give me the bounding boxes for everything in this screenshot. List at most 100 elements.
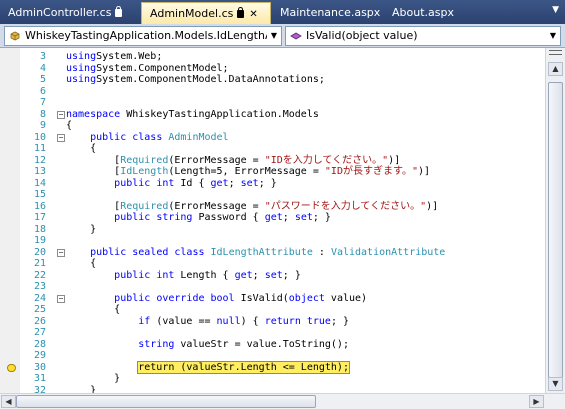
code-token: public int — [114, 269, 175, 281]
code-token: ; } — [330, 315, 350, 327]
code-text: public string Password { get; set; } — [66, 212, 331, 224]
code-line[interactable]: 12 [Required(ErrorMessage = "IDを入力してください… — [0, 155, 545, 167]
tab-admincontroller[interactable]: AdminController.cs — [0, 2, 140, 24]
code-text: { — [66, 120, 72, 132]
code-line[interactable]: 15 — [0, 189, 545, 201]
scroll-up-button[interactable]: ▲ — [548, 62, 563, 76]
code-line[interactable]: 20 − public sealed class IdLengthAttribut… — [0, 247, 545, 259]
code-line[interactable]: 18 } — [0, 224, 545, 236]
code-token: "パスワードを入力してください。" — [264, 200, 427, 212]
line-number: 30 — [33, 361, 46, 373]
collapse-icon[interactable]: − — [57, 294, 65, 303]
scroll-right-button[interactable]: ▶ — [529, 395, 544, 408]
code-area[interactable]: 3 usingSystem.Web; 4 usingSystem.ComponentM… — [0, 48, 545, 393]
collapse-icon[interactable]: − — [57, 248, 65, 257]
line-number: 5 — [39, 74, 46, 85]
code-line[interactable]: 19 — [0, 235, 545, 247]
code-token: valueStr = value.ToString(); — [174, 338, 349, 350]
code-line[interactable]: 30 return (valueStr.Length <= Length); — [0, 360, 545, 374]
collapse-icon[interactable]: − — [57, 133, 65, 142]
code-token: get — [210, 177, 229, 189]
code-text: usingSystem.ComponentModel; — [66, 63, 229, 75]
code-line[interactable]: 17 public string Password { get; set; } — [0, 212, 545, 224]
member-combo[interactable]: IsValid(object value) ▼ — [285, 26, 561, 46]
code-token: )] — [426, 200, 439, 212]
code-line[interactable]: 23 — [0, 281, 545, 293]
code-line[interactable]: 3 usingSystem.Web; — [0, 51, 545, 63]
current-statement-arrow-icon[interactable] — [7, 363, 16, 372]
code-token: get — [264, 212, 283, 223]
code-token: System.ComponentModel; — [96, 62, 229, 74]
code-line[interactable]: 27 — [0, 327, 545, 339]
chevron-down-icon[interactable]: ▼ — [546, 27, 560, 45]
code-editor[interactable]: 3 usingSystem.Web; 4 usingSystem.ComponentM… — [0, 48, 565, 409]
code-line[interactable]: 16 [Required(ErrorMessage = "パスワードを入力してく… — [0, 201, 545, 213]
tab-adminmodel[interactable]: AdminModel.cs ✕ — [141, 2, 271, 24]
code-line[interactable]: 7 — [0, 97, 545, 109]
line-number: 20 — [33, 246, 46, 258]
line-number: 27 — [33, 327, 46, 338]
horizontal-scroll-thumb[interactable] — [16, 395, 316, 408]
line-number: 28 — [33, 338, 46, 350]
code-token: ; — [282, 212, 295, 223]
line-number: 22 — [33, 269, 46, 281]
code-line[interactable]: 13 [IdLength(Length=5, ErrorMessage = "I… — [0, 166, 545, 178]
code-text: { — [66, 143, 96, 155]
collapse-icon[interactable]: − — [57, 110, 65, 119]
code-line[interactable]: 31 } — [0, 373, 545, 385]
chevron-down-icon[interactable]: ▼ — [267, 27, 281, 45]
code-line[interactable]: 6 — [0, 86, 545, 98]
code-line[interactable]: 21 { — [0, 258, 545, 270]
splitter-handle[interactable] — [549, 50, 562, 55]
vertical-scrollbar[interactable]: ▲ ▼ — [545, 48, 565, 393]
code-line[interactable]: 32 } — [0, 385, 545, 394]
code-text: public int Id { get; set; } — [66, 178, 277, 190]
class-combo[interactable]: WhiskeyTastingApplication.Models.IdLengt… — [4, 26, 282, 46]
line-number: 16 — [33, 200, 46, 212]
code-text: usingSystem.ComponentModel.DataAnnotatio… — [66, 74, 325, 86]
class-icon — [10, 31, 20, 41]
code-token: ; — [228, 177, 241, 189]
code-line[interactable]: 25 { — [0, 304, 545, 316]
code-token: { — [66, 258, 97, 269]
code-token: ; — [252, 269, 265, 281]
code-token: namespace — [66, 108, 121, 120]
scroll-left-button[interactable]: ◀ — [1, 395, 16, 408]
vertical-scroll-thumb[interactable] — [548, 82, 563, 378]
line-number: 23 — [33, 281, 46, 292]
code-line[interactable]: 22 public int Length { get; set; } — [0, 270, 545, 282]
code-token: ; } — [282, 269, 301, 281]
scroll-down-button[interactable]: ▼ — [548, 377, 563, 391]
code-text: string valueStr = value.ToString(); — [66, 339, 349, 351]
tab-maintenance[interactable]: Maintenance.aspx — [272, 2, 382, 24]
close-icon[interactable]: ✕ — [249, 4, 257, 24]
line-number: 31 — [33, 373, 46, 384]
code-line[interactable]: 8 − namespace WhiskeyTastingApplication.Mo… — [0, 109, 545, 121]
horizontal-scrollbar[interactable]: ◀ ▶ — [0, 393, 565, 409]
code-token: (ErrorMessage = — [168, 154, 265, 166]
code-line[interactable]: 29 — [0, 350, 545, 362]
code-line[interactable]: 24 − public override bool IsValid(object … — [0, 293, 545, 305]
code-token: } — [66, 384, 97, 394]
code-text: if (value == null) { return true; } — [66, 316, 349, 328]
code-token: object — [288, 292, 325, 304]
line-number: 13 — [33, 166, 46, 177]
code-token: public class — [90, 131, 163, 143]
code-text: [Required(ErrorMessage = "IDを入力してください。")… — [66, 155, 400, 167]
code-token: null — [216, 315, 241, 327]
code-line[interactable]: 9{ — [0, 120, 545, 132]
tab-dropdown-icon[interactable]: ▼ — [552, 5, 559, 15]
code-line[interactable]: 11 { — [0, 143, 545, 155]
code-line[interactable]: 4 usingSystem.ComponentModel; — [0, 63, 545, 75]
code-line[interactable]: 5 usingSystem.ComponentModel.DataAnnotati… — [0, 74, 545, 86]
tab-about[interactable]: About.aspx — [384, 2, 484, 24]
code-line[interactable]: 26 if (value == null) { return true; } — [0, 316, 545, 328]
code-token: [ — [66, 154, 121, 166]
code-line[interactable]: 10 − public class AdminModel — [0, 132, 545, 144]
code-line[interactable]: 14 public int Id { get; set; } — [0, 178, 545, 190]
line-number: 10 — [33, 131, 46, 143]
code-token: Length { — [174, 269, 235, 281]
code-line[interactable]: 28 string valueStr = value.ToString(); — [0, 339, 545, 351]
tab-label: AdminModel.cs — [150, 7, 234, 20]
